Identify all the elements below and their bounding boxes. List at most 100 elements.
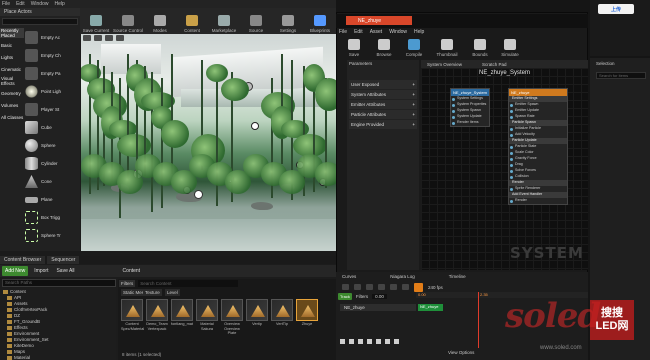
folder-item[interactable]: Assets <box>7 301 28 306</box>
tab-content-browser[interactable]: Content Browser <box>0 256 46 264</box>
save-icon[interactable] <box>342 284 349 290</box>
menu-window[interactable]: Window <box>31 1 49 7</box>
folder-item[interactable]: Maps <box>7 349 25 354</box>
modes-search-input[interactable] <box>2 18 78 25</box>
mode-category[interactable]: Visual Effects <box>0 76 24 86</box>
camera-icon[interactable] <box>354 284 361 290</box>
niagara-toolbar-browse[interactable]: Browse <box>369 32 399 58</box>
toolbar-button-marketplace[interactable]: Marketplace <box>208 8 240 34</box>
add-parameter-icon[interactable]: + <box>412 122 415 127</box>
place-item[interactable]: Cone <box>25 172 80 191</box>
toolbar-button-source[interactable]: Source <box>240 8 272 34</box>
folder-item[interactable]: KiteDemo <box>7 343 34 348</box>
toolbar-button-settings[interactable]: Settings <box>272 8 304 34</box>
parameter-group[interactable]: System Attributes + <box>349 90 417 99</box>
filter-chip[interactable]: Level <box>165 289 180 296</box>
folder-item[interactable]: Environment_Set <box>7 337 49 342</box>
tab-niagara-log[interactable]: Niagara Log <box>390 274 415 281</box>
selection-tab[interactable]: Selection <box>596 61 615 66</box>
breadcrumb[interactable]: Content <box>121 266 143 276</box>
niagara-toolbar-simulate[interactable]: Simulate <box>495 32 525 58</box>
mode-category[interactable]: Recently Placed <box>0 28 24 38</box>
viewport-options-icon[interactable] <box>83 35 91 41</box>
asset-tile[interactable]: Vertip <box>246 299 268 329</box>
emitter-node-row[interactable]: Render <box>509 198 567 204</box>
parameter-group[interactable]: Emitter Attributes + <box>349 100 417 109</box>
key-icon[interactable] <box>402 284 409 290</box>
folder-item[interactable]: Effects <box>7 325 28 330</box>
asset-tile[interactable]: Content Spec/Material <box>121 299 144 331</box>
save-all-button[interactable]: Save All <box>54 266 76 276</box>
place-item[interactable]: Empty Pa <box>25 64 80 83</box>
play-icon[interactable] <box>367 339 372 344</box>
filter-chip[interactable]: Texture <box>143 289 162 296</box>
scratch-pad-tab[interactable]: Scratch Pad <box>482 62 507 67</box>
add-parameter-icon[interactable]: + <box>412 92 415 97</box>
step-back-icon[interactable] <box>349 339 354 344</box>
parameter-group[interactable]: Engine Provided + <box>349 120 417 129</box>
curve-icon[interactable] <box>390 284 397 290</box>
toolbar-button-source-control[interactable]: Source Control <box>112 8 144 34</box>
playhead[interactable] <box>478 292 479 348</box>
folder-item[interactable]: ClothVertexPack <box>7 307 47 312</box>
level-viewport[interactable] <box>81 34 336 251</box>
asset-tile[interactable]: fontlang_mat <box>171 299 193 329</box>
system-overview-tab[interactable]: System Overview <box>427 62 462 67</box>
folder-item[interactable]: API <box>7 295 21 300</box>
system-node[interactable]: NE_zhuye_System System Settings System Pr… <box>450 88 490 127</box>
import-button[interactable]: Import <box>32 266 50 276</box>
folder-item[interactable]: FT_GroundB <box>7 319 40 324</box>
lit-icon[interactable] <box>105 35 113 41</box>
menu-edit[interactable]: Edit <box>16 1 25 7</box>
tab-sequencer[interactable]: Sequencer <box>47 256 80 264</box>
filters-button[interactable]: Filters <box>356 294 368 299</box>
mode-category[interactable]: Basic <box>0 40 24 50</box>
asset-tile[interactable]: Zhuye <box>296 299 318 329</box>
filters-button[interactable]: Filters <box>119 279 136 287</box>
place-item[interactable]: Sphere Tr <box>25 226 80 245</box>
add-new-button[interactable]: Add New <box>2 266 29 276</box>
niagara-toolbar-compile[interactable]: Compile <box>399 32 429 58</box>
folder-item[interactable]: Material <box>7 355 30 360</box>
asset-tile[interactable]: Overview Overview Plate <box>221 299 243 335</box>
playback-marker-icon[interactable] <box>414 282 423 292</box>
parameter-group[interactable]: User Exposed + <box>349 80 417 89</box>
place-item[interactable]: Sphere <box>25 136 80 155</box>
settings-icon[interactable] <box>366 284 373 290</box>
add-parameter-icon[interactable]: + <box>412 112 415 117</box>
menu-file[interactable]: File <box>2 1 10 7</box>
niagara-toolbar-bounds[interactable]: Bounds <box>465 32 495 58</box>
toolbar-button-blueprints[interactable]: Blueprints <box>304 8 336 34</box>
loop-icon[interactable] <box>394 339 399 344</box>
place-item[interactable]: Cube <box>25 118 80 137</box>
upload-button[interactable]: 上传 <box>598 4 634 14</box>
asset-tile[interactable]: Demo_Team Vertexpack <box>146 299 168 331</box>
mode-category[interactable]: Volumes <box>0 100 24 110</box>
selection-search-input[interactable]: Search for items <box>596 72 646 79</box>
step-forward-icon[interactable] <box>376 339 381 344</box>
add-parameter-icon[interactable]: + <box>412 82 415 87</box>
mode-category[interactable]: Cinematic <box>0 64 24 74</box>
jump-start-icon[interactable] <box>340 339 345 344</box>
emitter-node[interactable]: NE_zhuye Emitter Settings Emitter Spawn Em… <box>508 88 568 205</box>
search-paths-input[interactable]: Search Paths <box>2 279 116 287</box>
menu-help[interactable]: Help <box>54 1 64 7</box>
play-reverse-icon[interactable] <box>358 339 363 344</box>
niagara-toolbar-save[interactable]: Save <box>339 32 369 58</box>
place-item[interactable]: Point Ligh <box>25 82 80 101</box>
mode-category[interactable]: Geometry <box>0 88 24 98</box>
place-actors-tab[interactable]: Place Actors <box>0 8 80 16</box>
niagara-tab[interactable]: NE_zhuye <box>346 16 412 25</box>
perspective-icon[interactable] <box>94 35 102 41</box>
mode-category[interactable]: Lights <box>0 52 24 62</box>
snap-icon[interactable] <box>378 284 385 290</box>
place-item[interactable]: Plane <box>25 190 80 209</box>
parameter-group[interactable]: Particle Attributes + <box>349 110 417 119</box>
add-parameter-icon[interactable]: + <box>412 102 415 107</box>
folder-item[interactable]: Content <box>3 289 26 294</box>
place-item[interactable]: Empty Ac <box>25 28 80 47</box>
tab-timeline[interactable]: Timeline <box>449 274 466 281</box>
mode-category[interactable]: All Classes <box>0 112 24 122</box>
show-icon[interactable] <box>116 35 124 41</box>
tab-curves[interactable]: Curves <box>342 274 356 281</box>
